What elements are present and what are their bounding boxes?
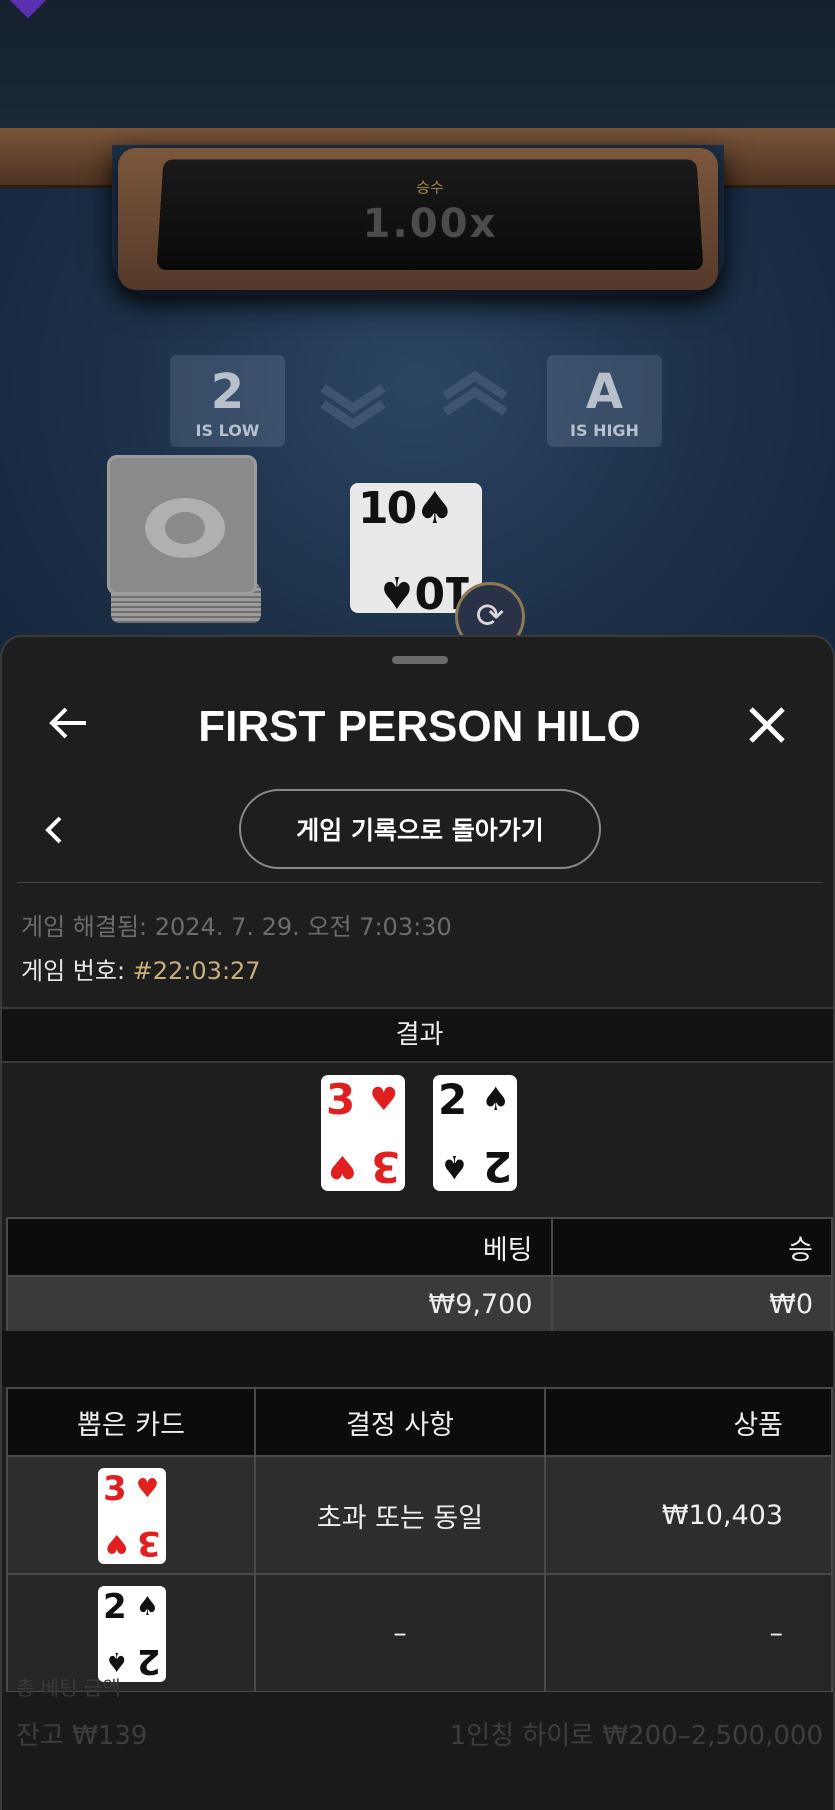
game-number-value: #22:03:27 bbox=[132, 957, 261, 985]
decision-cell: 초과 또는 동일 bbox=[254, 1455, 546, 1575]
high-hint-text: IS HIGH bbox=[570, 421, 639, 440]
card-rank: 3 bbox=[326, 1075, 356, 1124]
low-hint-rank: 2 bbox=[210, 364, 245, 420]
card-rank: 3 bbox=[103, 1469, 127, 1509]
win-value: ₩0 bbox=[550, 1275, 833, 1333]
spade-icon: ♠ bbox=[440, 1148, 469, 1186]
decision-header: 결정 사항 bbox=[254, 1387, 546, 1457]
drawn-cards-table: 뽑은 카드 결정 사항 상품 3 ♥ ♥ 3 초과 또는 동일 ₩10,403 … bbox=[6, 1387, 833, 1693]
low-hint-text: IS LOW bbox=[195, 421, 260, 440]
heart-icon: ♥ bbox=[105, 1528, 129, 1558]
table-row: 3 ♥ ♥ 3 초과 또는 동일 ₩10,403 bbox=[6, 1455, 833, 1575]
card-rank: 2 bbox=[438, 1075, 468, 1124]
sheet-title: FIRST PERSON HILO bbox=[198, 702, 641, 751]
card-rank: 3 bbox=[137, 1523, 161, 1563]
game-history-sheet: FIRST PERSON HILO 게임 기록으로 돌아가기 게임 해결됨: 2… bbox=[0, 635, 835, 1810]
heart-icon: ♥ bbox=[369, 1080, 398, 1118]
win-header: 승 bbox=[550, 1217, 833, 1277]
prize-cell: ₩10,403 bbox=[544, 1455, 833, 1575]
table-row: 2 ♠ ♠ 2 – – bbox=[6, 1573, 833, 1693]
prize-header: 상품 bbox=[544, 1387, 833, 1457]
drawn-card: 3 ♥ ♥ 3 bbox=[98, 1468, 166, 1564]
lower-chevron-icon[interactable] bbox=[318, 370, 388, 430]
faded-balance-text: 잔고 ₩139 bbox=[16, 1721, 148, 1751]
back-to-history-button[interactable]: 게임 기록으로 돌아가기 bbox=[239, 789, 601, 869]
card-rank: 2 bbox=[103, 1587, 127, 1627]
card-rank: 2 bbox=[482, 1142, 512, 1191]
sheet-grab-handle[interactable] bbox=[392, 656, 448, 664]
current-card: 10♠ 10♠ bbox=[350, 483, 482, 613]
card-deck bbox=[107, 455, 263, 625]
prize-cell: – bbox=[544, 1573, 833, 1693]
bet-table: 베팅 승 ₩9,700 ₩0 bbox=[6, 1217, 833, 1333]
drawn-card-header: 뽑은 카드 bbox=[6, 1387, 256, 1457]
drawn-card-cell: 3 ♥ ♥ 3 bbox=[6, 1455, 256, 1575]
bet-value: ₩9,700 bbox=[6, 1275, 553, 1333]
high-hint-box: A IS HIGH bbox=[547, 355, 662, 447]
heart-icon: ♥ bbox=[135, 1474, 159, 1504]
multiplier-panel: 승수 1.00x bbox=[156, 159, 704, 271]
faded-total-bet-label: 총 베팅 금액 bbox=[16, 1676, 121, 1700]
spade-icon: ♠ bbox=[135, 1592, 159, 1622]
deck-logo-icon bbox=[145, 498, 225, 558]
section-band bbox=[2, 1331, 833, 1387]
current-card-rank-top: 10♠ bbox=[358, 483, 455, 534]
card-rank: 2 bbox=[137, 1641, 161, 1681]
faded-limits-text: 1인칭 하이로 ₩200–2,500,000 bbox=[449, 1721, 823, 1751]
higher-chevron-icon[interactable] bbox=[440, 370, 510, 430]
game-number-label: 게임 번호: bbox=[21, 957, 133, 985]
game-number: 게임 번호: #22:03:27 bbox=[21, 951, 261, 986]
result-header: 결과 bbox=[2, 1007, 833, 1063]
spade-icon: ♠ bbox=[481, 1080, 510, 1118]
divider bbox=[17, 882, 822, 883]
multiplier-label: 승수 bbox=[416, 178, 444, 197]
close-icon[interactable] bbox=[745, 703, 789, 747]
low-hint-box: 2 IS LOW bbox=[170, 355, 285, 447]
sheet-header: FIRST PERSON HILO bbox=[2, 677, 833, 772]
back-arrow-icon[interactable] bbox=[46, 701, 90, 745]
multiplier-value: 1.00x bbox=[362, 201, 498, 247]
game-resolved-text: 게임 해결됨: 2024. 7. 29. 오전 7:03:30 bbox=[21, 913, 452, 941]
bet-header: 베팅 bbox=[6, 1217, 553, 1277]
heart-icon: ♥ bbox=[328, 1148, 357, 1186]
card-rank: 3 bbox=[370, 1142, 400, 1191]
result-card-1: 3 ♥ ♥ 3 bbox=[321, 1075, 405, 1191]
top-dark-area bbox=[0, 0, 835, 135]
chevron-left-icon[interactable] bbox=[40, 813, 68, 847]
result-card-2: 2 ♠ ♠ 2 bbox=[433, 1075, 517, 1191]
decision-cell: – bbox=[254, 1573, 546, 1693]
high-hint-rank: A bbox=[585, 364, 624, 420]
deck-card-back bbox=[107, 455, 257, 595]
refresh-icon: ⟳ bbox=[475, 596, 505, 636]
drawn-card: 2 ♠ ♠ 2 bbox=[98, 1586, 166, 1682]
